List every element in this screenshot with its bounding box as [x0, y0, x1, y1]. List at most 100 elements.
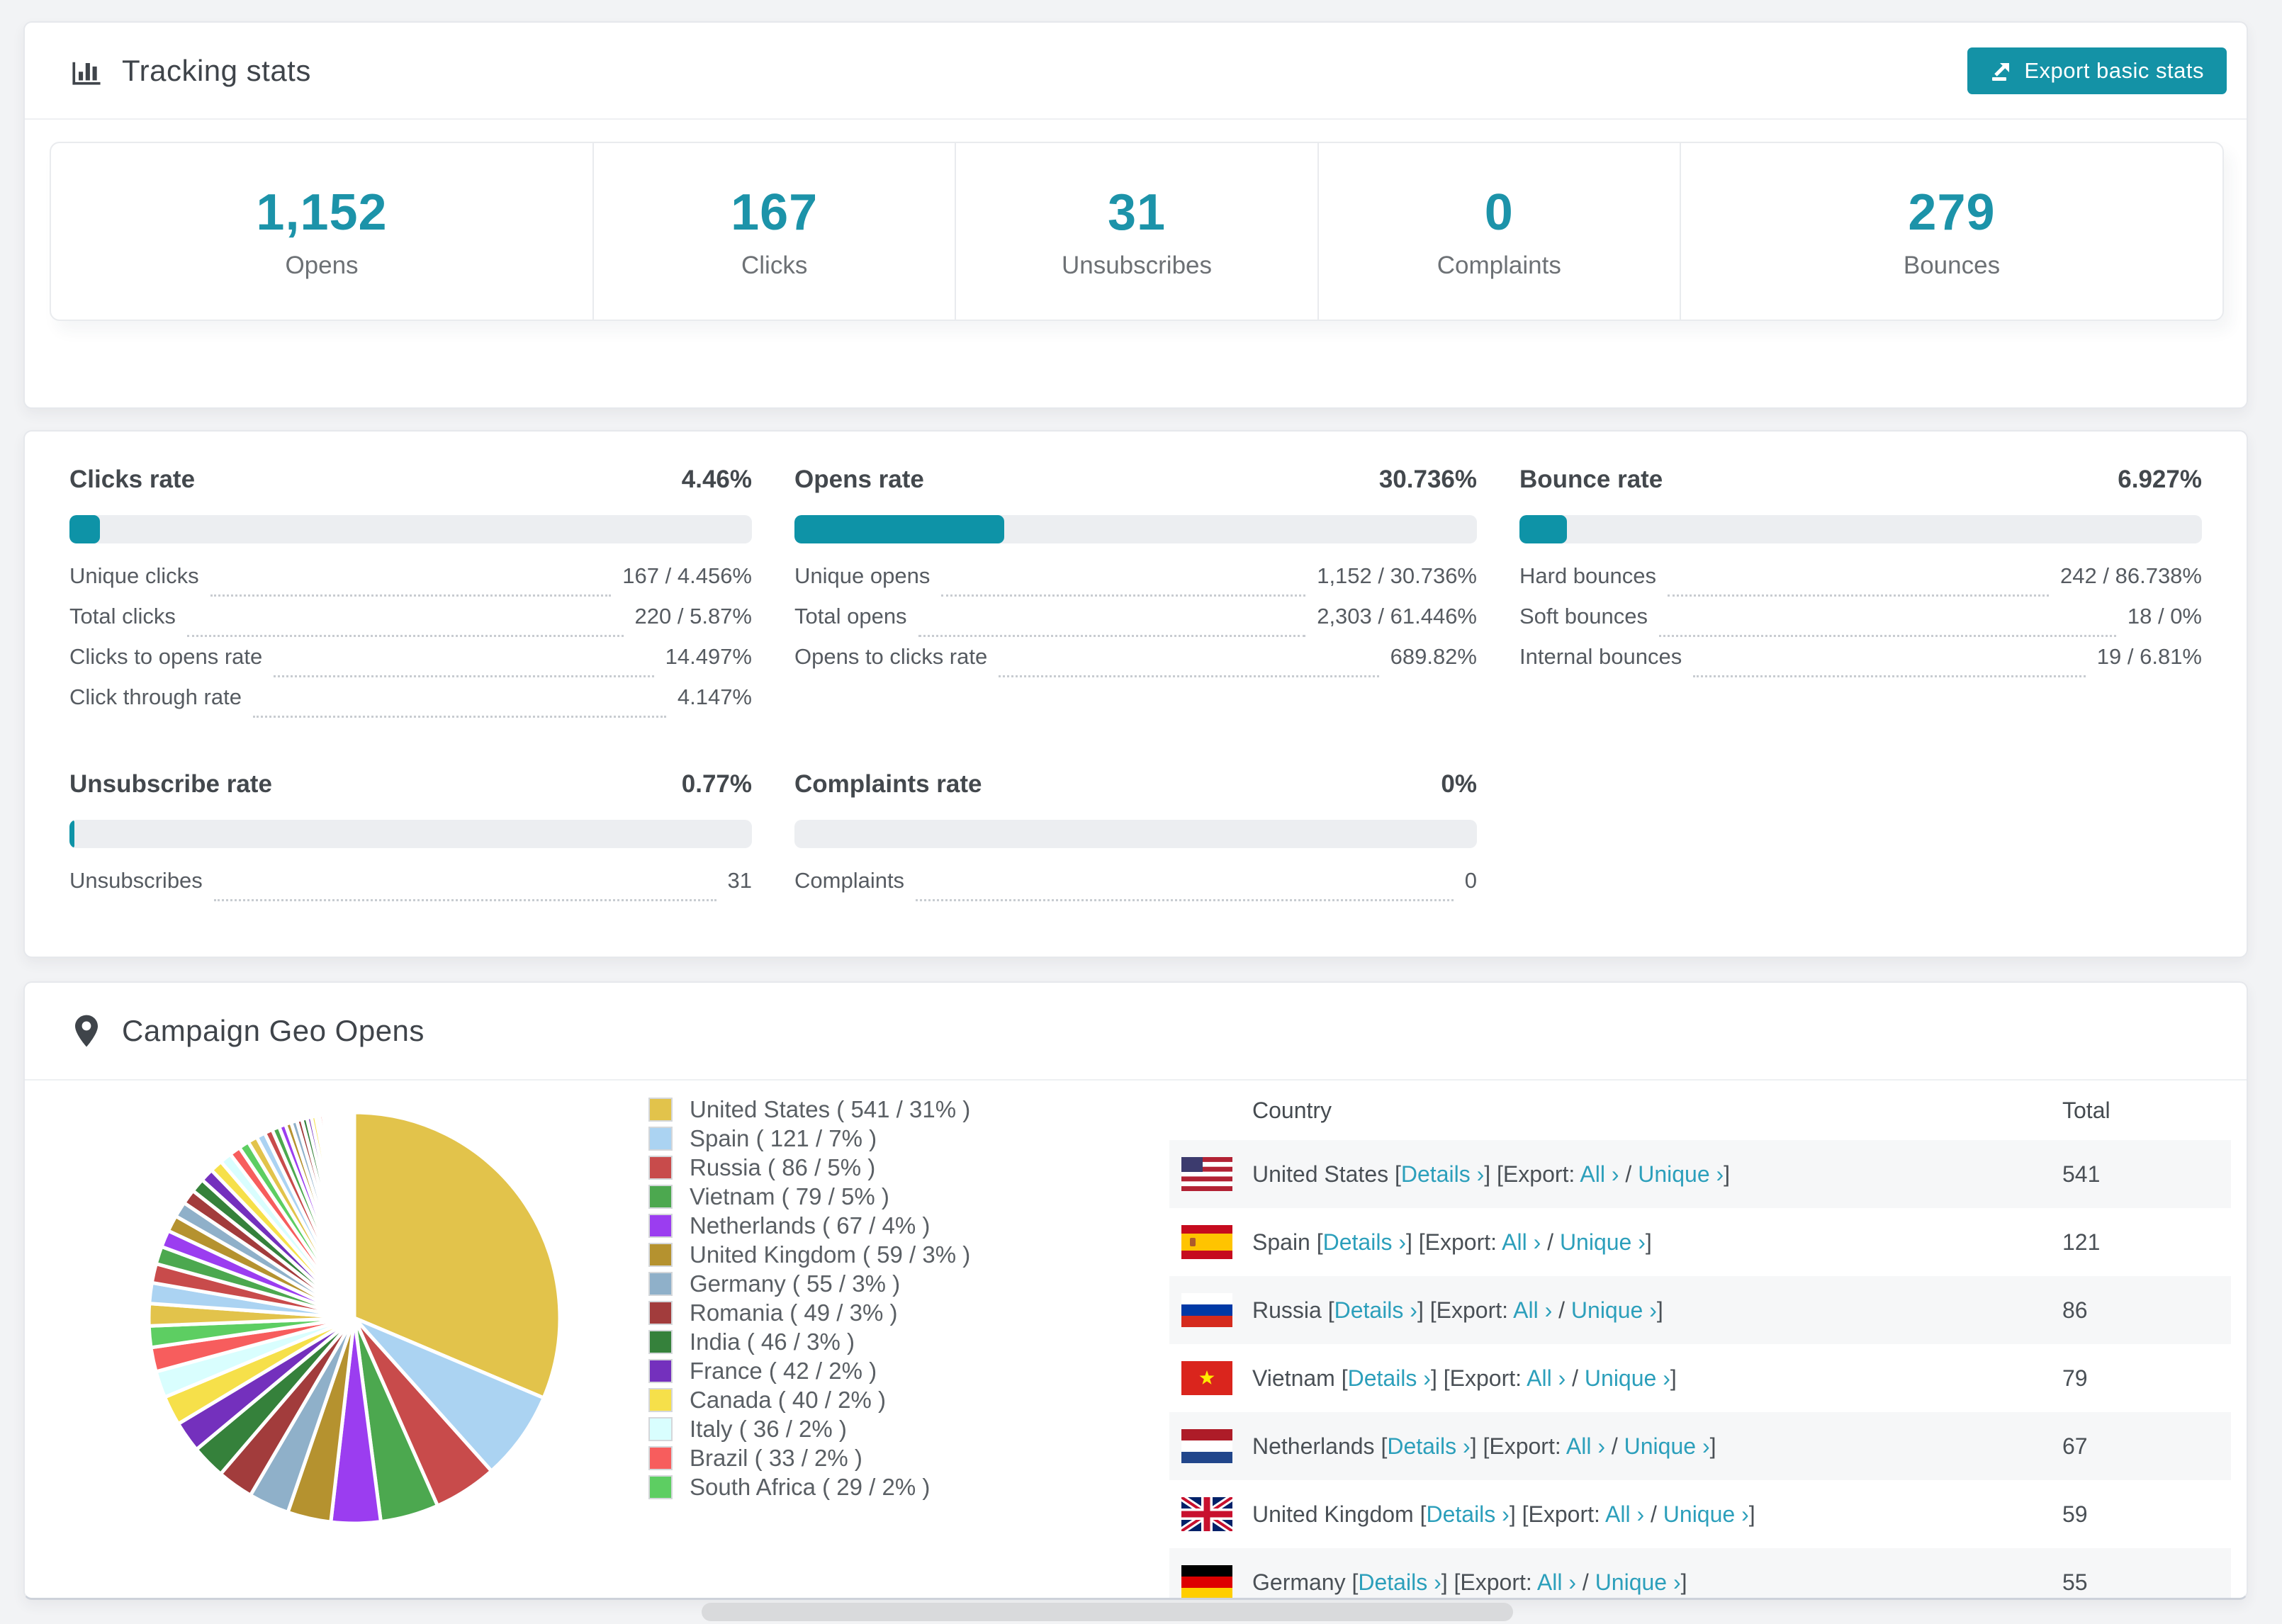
rate-row-label: Hard bounces: [1519, 563, 1657, 588]
us-flag-icon: [1181, 1157, 1252, 1191]
details-link[interactable]: Details ›: [1358, 1569, 1441, 1595]
geo-pie-chart[interactable]: [142, 1105, 567, 1530]
legend-item: Canada ( 40 / 2% ): [648, 1385, 1102, 1414]
country-name: United Kingdom: [1252, 1501, 1414, 1527]
rate-row-value: 689.82%: [1390, 644, 1477, 669]
geo-table-header: Country Total: [1169, 1081, 2231, 1140]
export-unique-link[interactable]: Unique ›: [1663, 1501, 1749, 1527]
legend-label: Canada ( 40 / 2% ): [690, 1386, 886, 1413]
rate-value: 6.927%: [2118, 466, 2202, 493]
rate-progress-fill: [794, 515, 1004, 543]
rate-row-label: Total opens: [794, 604, 907, 628]
rate-title: Clicks rate: [69, 466, 196, 493]
export-unique-link[interactable]: Unique ›: [1585, 1365, 1670, 1391]
export-all-link[interactable]: All ›: [1580, 1161, 1619, 1187]
table-row: Germany [Details ›] [Export: All › / Uni…: [1169, 1548, 2231, 1598]
details-link[interactable]: Details ›: [1426, 1501, 1509, 1527]
export-prefix: Export:: [1460, 1569, 1532, 1595]
rate-title: Unsubscribe rate: [69, 770, 272, 798]
campaign-geo-opens-card: Campaign Geo Opens United States ( 541 /…: [23, 981, 2248, 1600]
legend-label: South Africa ( 29 / 2% ): [690, 1473, 931, 1500]
pie-legend: United States ( 541 / 31% ) Spain ( 121 /…: [648, 1095, 1102, 1501]
rate-title: Opens rate: [794, 466, 924, 493]
export-all-link[interactable]: All ›: [1502, 1229, 1541, 1255]
rate-row-value: 1,152 / 30.736%: [1317, 563, 1477, 588]
rate-row-label: Unique opens: [794, 563, 931, 588]
export-all-link[interactable]: All ›: [1513, 1297, 1552, 1323]
rate-row-value: 220 / 5.87%: [634, 604, 752, 628]
legend-label: India ( 46 / 3% ): [690, 1328, 855, 1355]
export-unique-link[interactable]: Unique ›: [1560, 1229, 1646, 1255]
table-row: United Kingdom [Details ›] [Export: All …: [1169, 1480, 2231, 1548]
tracking-stats-header: Tracking stats Export basic stats: [25, 23, 2247, 120]
legend-swatch: [648, 1474, 673, 1499]
horizontal-scrollbar-thumb[interactable]: [702, 1603, 1513, 1621]
details-link[interactable]: Details ›: [1334, 1297, 1417, 1323]
country-cell: United States [Details ›] [Export: All ›…: [1252, 1161, 1731, 1187]
dotted-leader: [210, 594, 612, 597]
export-unique-link[interactable]: Unique ›: [1571, 1297, 1657, 1323]
export-all-link[interactable]: All ›: [1605, 1501, 1644, 1527]
rate-rows: Unique clicks 167 / 4.456% Total clicks 220…: [69, 563, 752, 725]
legend-label: France ( 42 / 2% ): [690, 1357, 877, 1384]
dotted-leader: [1693, 675, 2086, 677]
export-all-link[interactable]: All ›: [1527, 1365, 1566, 1391]
export-prefix: Export:: [1449, 1365, 1522, 1391]
legend-item: Italy ( 36 / 2% ): [648, 1414, 1102, 1443]
dotted-leader: [186, 635, 624, 637]
stat-value: 167: [731, 184, 819, 241]
legend-item: Spain ( 121 / 7% ): [648, 1124, 1102, 1153]
country-name: Spain: [1252, 1229, 1310, 1255]
gb-flag-icon: [1181, 1497, 1252, 1531]
details-link[interactable]: Details ›: [1323, 1229, 1406, 1255]
rate-row: Unsubscribes 31: [69, 868, 752, 908]
rate-progress-fill: [69, 820, 75, 848]
legend-item: United States ( 541 / 31% ): [648, 1095, 1102, 1124]
table-row: United States [Details ›] [Export: All ›…: [1169, 1140, 2231, 1208]
export-all-link[interactable]: All ›: [1537, 1569, 1576, 1595]
export-unique-link[interactable]: Unique ›: [1624, 1433, 1710, 1459]
country-name: Germany: [1252, 1569, 1346, 1595]
rate-section-header: Complaints rate 0%: [794, 770, 1477, 799]
legend-item: Brazil ( 33 / 2% ): [648, 1443, 1102, 1472]
rate-row-label: Total clicks: [69, 604, 176, 628]
country-name: Netherlands: [1252, 1433, 1375, 1459]
legend-item: Vietnam ( 79 / 5% ): [648, 1182, 1102, 1211]
legend-swatch: [648, 1387, 673, 1412]
details-link[interactable]: Details ›: [1348, 1365, 1431, 1391]
rate-row: Click through rate 4.147%: [69, 684, 752, 725]
table-row: Vietnam [Details ›] [Export: All › / Uni…: [1169, 1344, 2231, 1412]
rate-value: 0%: [1441, 770, 1477, 798]
rate-row-value: 2,303 / 61.446%: [1317, 604, 1477, 628]
details-link[interactable]: Details ›: [1401, 1161, 1484, 1187]
export-icon: [1990, 60, 2013, 82]
rate-row-label: Internal bounces: [1519, 644, 1682, 669]
total-cell: 79: [2062, 1365, 2088, 1391]
rate-row-value: 31: [727, 868, 752, 893]
export-unique-link[interactable]: Unique ›: [1638, 1161, 1724, 1187]
dotted-leader: [1658, 635, 2116, 637]
rate-row: Total clicks 220 / 5.87%: [69, 604, 752, 644]
rate-rows: Unique opens 1,152 / 30.736% Total opens 2,…: [794, 563, 1477, 684]
rate-rows: Unsubscribes 31: [69, 868, 752, 908]
rate-row-label: Click through rate: [69, 684, 242, 709]
table-row: Netherlands [Details ›] [Export: All › /…: [1169, 1412, 2231, 1480]
country-name: Vietnam: [1252, 1365, 1335, 1391]
bar-chart-icon: [69, 54, 103, 88]
export-all-link[interactable]: All ›: [1566, 1433, 1605, 1459]
total-cell: 86: [2062, 1297, 2088, 1323]
country-name: United States: [1252, 1161, 1389, 1187]
legend-item: Russia ( 86 / 5% ): [648, 1153, 1102, 1182]
rate-row-label: Opens to clicks rate: [794, 644, 988, 669]
country-cell: Spain [Details ›] [Export: All › / Uniqu…: [1252, 1229, 1652, 1255]
export-basic-stats-button[interactable]: Export basic stats: [1967, 47, 2227, 94]
country-cell: Netherlands [Details ›] [Export: All › /…: [1252, 1433, 1716, 1459]
details-link[interactable]: Details ›: [1387, 1433, 1470, 1459]
rate-row: Hard bounces 242 / 86.738%: [1519, 563, 2202, 604]
table-row: Spain [Details ›] [Export: All › / Uniqu…: [1169, 1208, 2231, 1276]
legend-swatch: [648, 1358, 673, 1383]
country-cell: Vietnam [Details ›] [Export: All › / Uni…: [1252, 1365, 1677, 1391]
export-unique-link[interactable]: Unique ›: [1595, 1569, 1681, 1595]
rate-row: Opens to clicks rate 689.82%: [794, 644, 1477, 684]
dotted-leader: [213, 899, 716, 901]
